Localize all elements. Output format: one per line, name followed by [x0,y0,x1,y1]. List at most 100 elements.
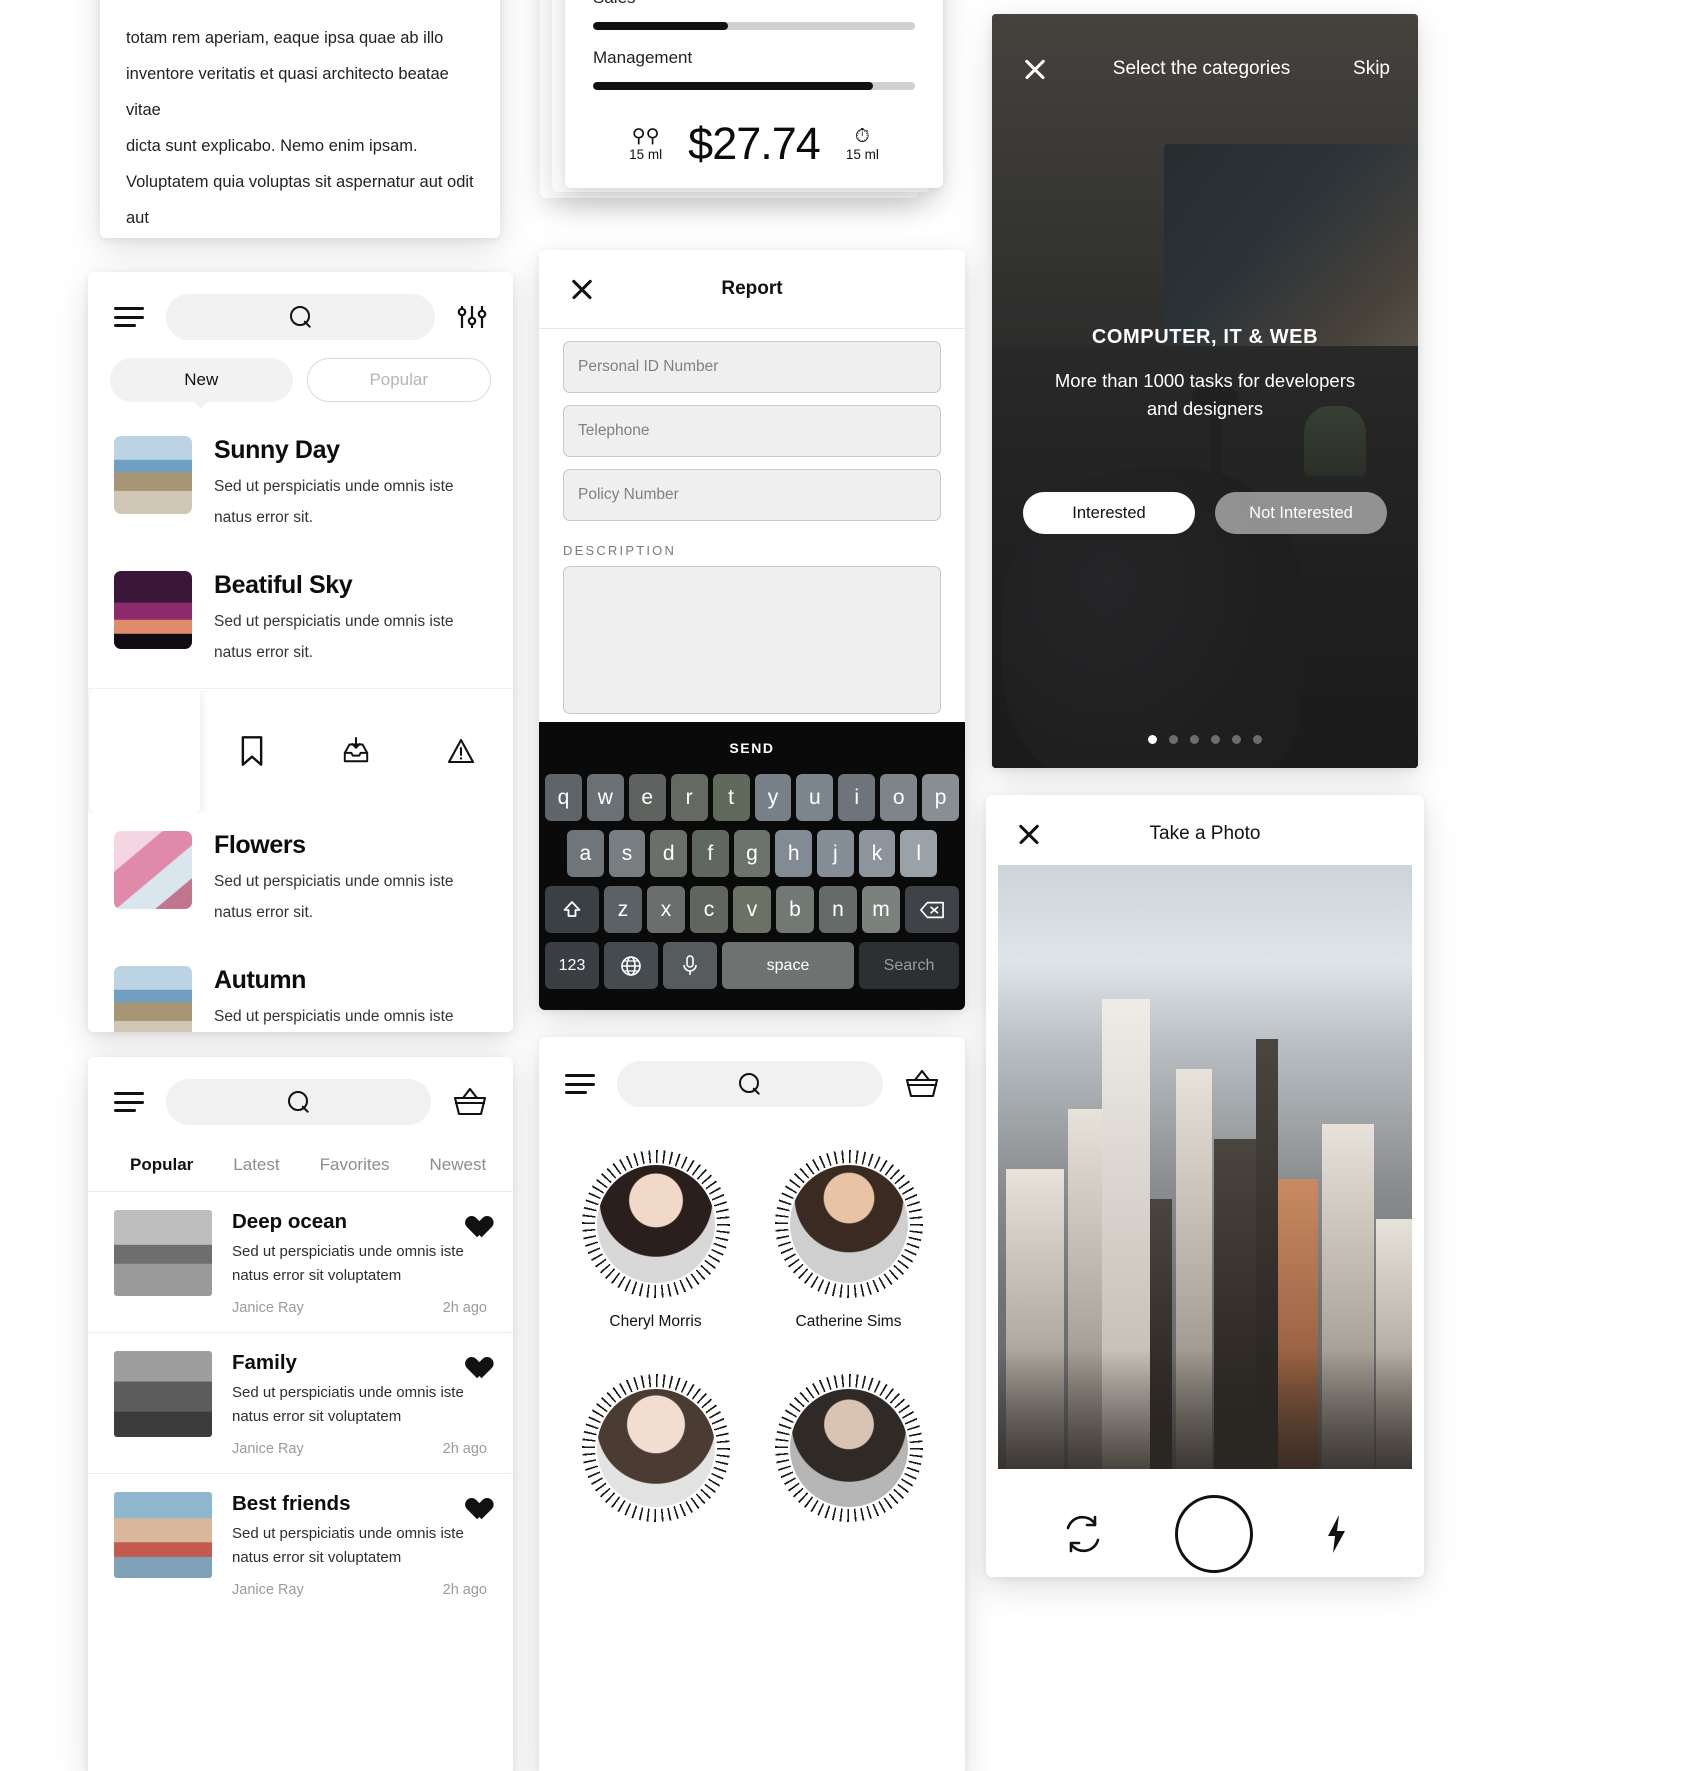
search-input[interactable] [166,294,435,340]
shutter-button[interactable] [1174,1495,1253,1573]
list-desc-line1: Sed ut perspiciatis unde omnis iste [232,1525,464,1542]
feed-thumbnail [114,966,192,1032]
telephone-field[interactable]: Telephone [563,405,941,457]
filter-icon[interactable] [457,304,487,330]
ui-kit-canvas: totam rem aperiam, eaque ipsa quae ab il… [0,0,1700,1771]
tab-newest[interactable]: Newest [410,1145,507,1191]
basket-icon[interactable] [905,1069,939,1099]
list-item[interactable]: Deep ocean Sed ut perspiciatis unde omni… [88,1191,513,1332]
favorite-heart-icon[interactable] [461,1489,486,1511]
basket-icon[interactable] [453,1087,487,1117]
key-l[interactable]: l [900,830,938,877]
key-c[interactable]: c [690,886,728,933]
menu-icon[interactable] [114,1092,144,1112]
list-desc-line2: natus error sit voluptatem [232,1549,402,1566]
key-r[interactable]: r [670,774,708,821]
globe-key[interactable] [604,942,658,989]
key-m[interactable]: m [862,886,900,933]
policy-number-field[interactable]: Policy Number [563,469,941,521]
personal-id-field[interactable]: Personal ID Number [563,341,941,393]
person-tile[interactable] [559,1373,752,1537]
pagination-dot[interactable] [1232,735,1241,744]
person-tile[interactable] [752,1373,945,1537]
key-t[interactable]: t [712,774,750,821]
search-key[interactable]: Search [859,942,959,989]
shift-key[interactable] [545,886,599,933]
key-b[interactable]: b [776,886,814,933]
key-d[interactable]: d [650,830,687,877]
key-j[interactable]: j [817,830,854,877]
key-o[interactable]: o [880,774,918,821]
report-card: Report Personal ID Number Telephone Poli… [539,250,965,1010]
key-q[interactable]: q [544,774,582,821]
feed-item[interactable]: Flowers Sed ut perspiciatis unde omnis i… [88,813,513,948]
skip-button[interactable]: Skip [1353,58,1390,80]
key-u[interactable]: u [796,774,834,821]
key-w[interactable]: w [586,774,624,821]
search-input[interactable] [166,1079,431,1125]
key-g[interactable]: g [733,830,771,877]
send-button[interactable]: SEND [539,722,965,774]
stats-amount-row: ⚲⚲ 15 ml $27.74 ⏱ 15 ml [565,90,943,188]
description-textarea[interactable] [563,566,941,714]
space-key[interactable]: space [722,942,854,989]
backspace-key[interactable] [905,886,959,933]
numeric-key[interactable]: 123 [545,942,599,989]
key-f[interactable]: f [692,830,729,877]
pagination-dot[interactable] [1169,735,1178,744]
search-input[interactable] [617,1061,883,1107]
ring-ticks [580,1373,731,1523]
key-s[interactable]: s [608,830,646,877]
segment-new[interactable]: New [110,358,293,409]
favorite-heart-icon[interactable] [461,1348,486,1370]
key-y[interactable]: y [754,774,792,821]
feed-desc-line1: Sed ut perspiciatis unde omnis iste [214,613,454,630]
key-z[interactable]: z [604,886,642,933]
menu-icon[interactable] [114,307,144,327]
tab-latest[interactable]: Latest [213,1145,299,1191]
favorite-heart-icon[interactable] [461,1207,486,1229]
key-h[interactable]: h [775,830,813,877]
feed-item[interactable]: Sunny Day Sed ut perspiciatis unde omnis… [88,418,513,553]
avatar-progress-ring [773,1149,924,1299]
list-item[interactable]: Family Sed ut perspiciatis unde omnis is… [88,1332,513,1473]
flash-icon[interactable] [1324,1514,1348,1554]
person-tile[interactable]: Cheryl Morris [559,1149,752,1331]
feed-card: New Popular Sunny Day Sed ut perspiciati… [88,272,513,1032]
key-i[interactable]: i [838,774,876,821]
pagination-dot[interactable] [1211,735,1220,744]
tab-favorites[interactable]: Favorites [300,1145,410,1191]
feed-item[interactable]: Autumn Sed ut perspiciatis unde omnis is… [88,948,513,1032]
feed-thumbnail [114,831,192,909]
key-x[interactable]: x [647,886,685,933]
post-paragraph-line: inventore veritatis et quasi architecto … [126,65,449,119]
search-icon [287,1091,310,1113]
pagination-dot[interactable] [1148,735,1157,744]
key-p[interactable]: p [922,774,960,821]
key-e[interactable]: e [628,774,666,821]
key-a[interactable]: a [566,830,604,877]
bookmark-icon[interactable] [238,735,266,767]
segment-popular[interactable]: Popular [306,358,491,402]
person-tile[interactable]: Catherine Sims [752,1149,945,1331]
report-icon[interactable] [447,735,475,767]
pagination-dot[interactable] [1253,735,1262,744]
key-k[interactable]: k [858,830,896,877]
dictation-key[interactable] [663,942,717,989]
menu-icon[interactable] [565,1074,595,1094]
close-icon[interactable] [1020,54,1050,84]
interested-button[interactable]: Interested [1023,492,1195,534]
close-icon[interactable] [567,274,597,304]
not-interested-button[interactable]: Not Interested [1215,492,1387,534]
archive-icon[interactable] [342,735,370,767]
switch-camera-icon[interactable] [1062,1514,1104,1554]
globe-icon [621,955,641,976]
category-title: COMPUTER, IT & WEB [1091,326,1319,348]
close-icon[interactable] [1014,819,1044,849]
tab-popular[interactable]: Popular [110,1145,213,1191]
key-v[interactable]: v [733,886,771,933]
list-item[interactable]: Best friends Sed ut perspiciatis unde om… [88,1473,513,1614]
pagination-dot[interactable] [1190,735,1199,744]
key-n[interactable]: n [819,886,857,933]
feed-item[interactable]: Beatiful Sky Sed ut perspiciatis unde om… [88,553,513,688]
